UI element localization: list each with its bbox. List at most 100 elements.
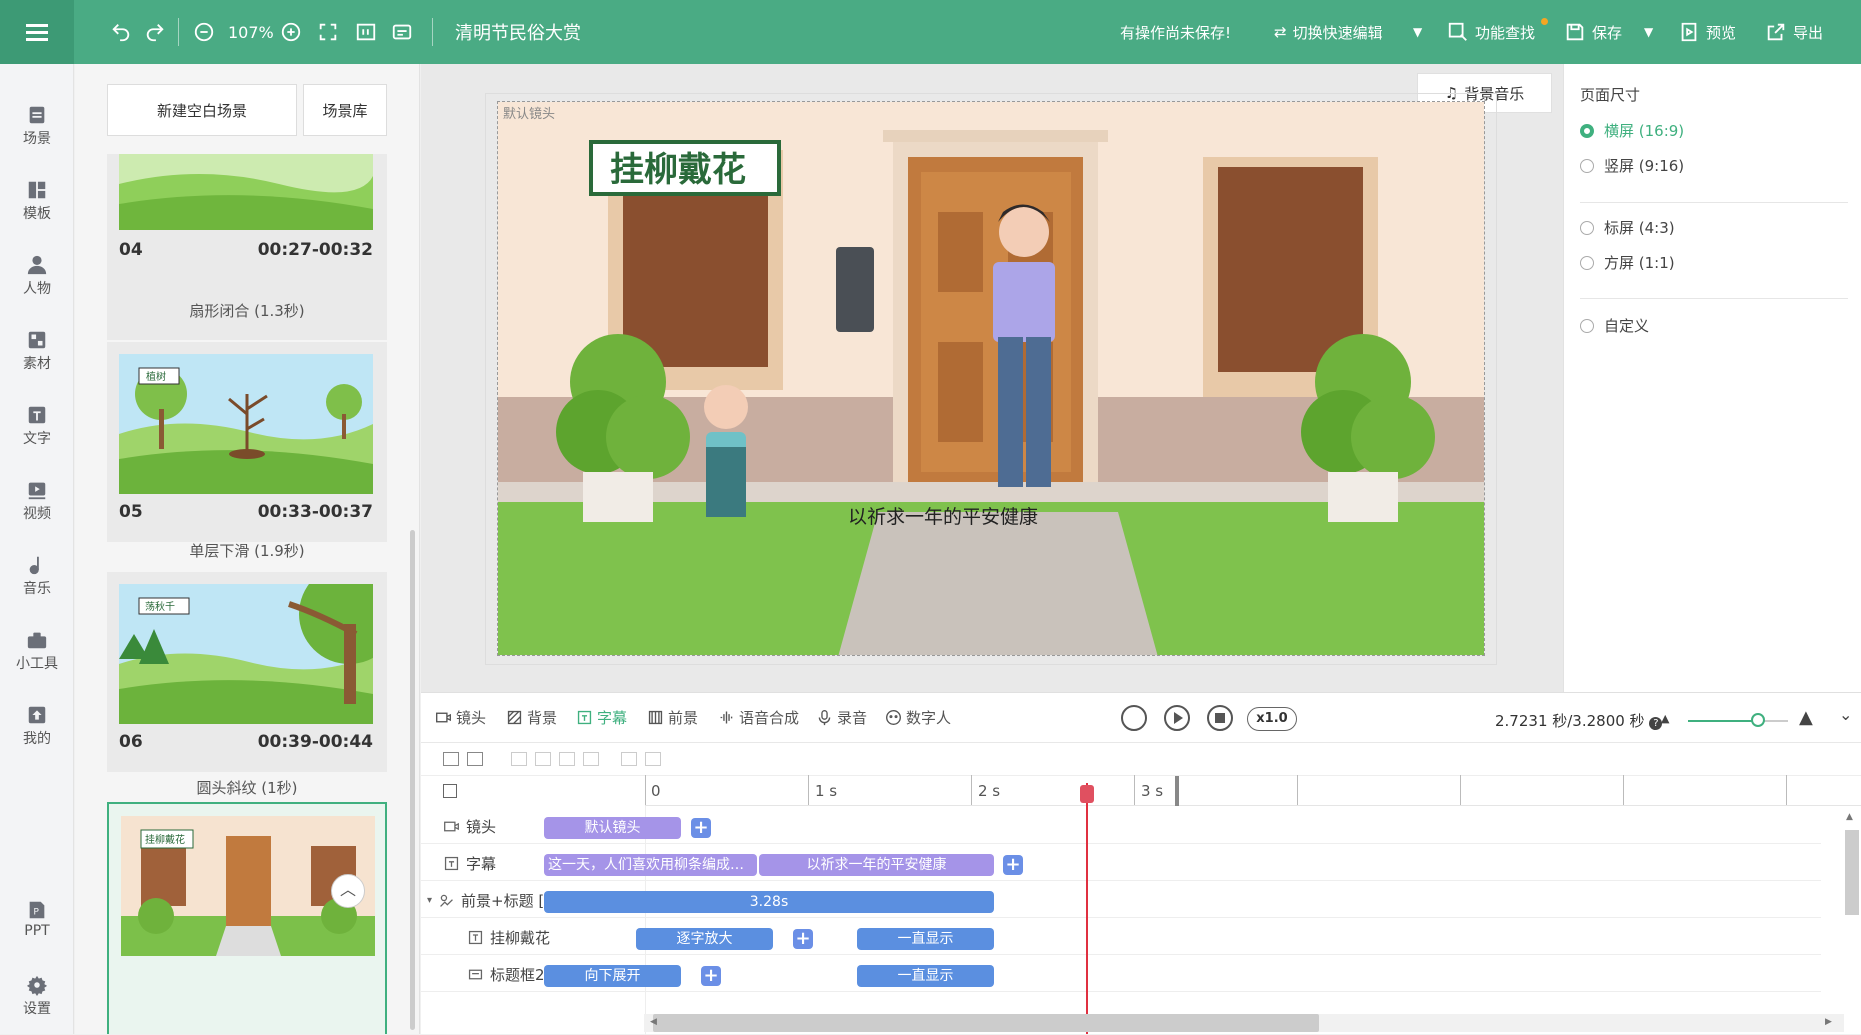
zoom-large-icon[interactable]: ▲: [1799, 707, 1813, 728]
redo-icon[interactable]: [144, 0, 166, 64]
nav-video[interactable]: 视频: [0, 479, 74, 523]
tab-lens[interactable]: 镜头: [435, 707, 486, 728]
radio-square[interactable]: 方屏 (1:1): [1580, 252, 1675, 273]
radio-portrait[interactable]: 竖屏 (9:16): [1580, 155, 1684, 176]
filter-icon[interactable]: [443, 752, 459, 766]
nav-music[interactable]: 音乐: [0, 554, 74, 598]
transition-label[interactable]: 扇形闭合 (1.3秒): [107, 300, 387, 321]
scene-sign-text: 植树: [146, 370, 166, 383]
clip-default-lens[interactable]: 默认镜头: [544, 817, 681, 839]
vertical-scrollbar[interactable]: [1845, 830, 1859, 915]
clip-zoom-in-char[interactable]: 逐字放大: [636, 928, 773, 950]
save-button[interactable]: 保存: [1564, 0, 1622, 64]
preview-button[interactable]: 预览: [1678, 0, 1736, 64]
switch-edit-button[interactable]: ⇄ 切换快速编辑: [1274, 0, 1383, 64]
tab-digital-human[interactable]: 数字人: [885, 707, 951, 728]
nav-mine[interactable]: 我的: [0, 704, 74, 748]
radio-custom[interactable]: 自定义: [1580, 315, 1649, 336]
add-clip-button[interactable]: +: [691, 818, 711, 838]
scene-card[interactable]: 植树 05 00:33-00:37: [107, 342, 387, 542]
expand-arrow-icon[interactable]: ▾: [427, 895, 432, 906]
export-button[interactable]: 导出: [1765, 0, 1823, 64]
transition-label[interactable]: 圆头斜纹 (1秒): [107, 777, 387, 798]
zoom-level: 107%: [228, 22, 274, 42]
scroll-up-icon[interactable]: ▲: [1846, 812, 1853, 822]
stage-canvas[interactable]: 挂柳戴花 以祈求一年的平安健康 默认镜头: [497, 101, 1485, 656]
align-right-icon[interactable]: [559, 752, 575, 766]
fullscreen-icon[interactable]: [317, 0, 339, 64]
clip-always-show[interactable]: 一直显示: [857, 965, 994, 987]
nav-ppt[interactable]: P PPT: [0, 899, 74, 939]
chevron-up-icon[interactable]: ︿: [331, 874, 365, 908]
radio-landscape[interactable]: 横屏 (16:9): [1580, 120, 1684, 141]
menu-icon[interactable]: [0, 0, 74, 64]
subtitle-icon: [444, 856, 459, 871]
grid-icon[interactable]: [443, 784, 457, 798]
time-ruler[interactable]: 0 1 s 2 s 3 s: [645, 775, 1861, 806]
stop-icon[interactable]: [1207, 705, 1233, 731]
ruler-tick: [1623, 775, 1624, 805]
scene-icon: [29, 106, 45, 124]
zoom-small-icon[interactable]: ▲: [1661, 712, 1669, 725]
speed-button[interactable]: x1.0: [1247, 707, 1297, 731]
subtitle-toggle-icon[interactable]: [391, 0, 413, 64]
clip-subtitle-2[interactable]: 以祈求一年的平安健康: [759, 854, 994, 876]
clip-foreground-duration[interactable]: 3.28s: [544, 891, 994, 913]
ungroup-icon[interactable]: [645, 752, 661, 766]
scene-panel-scrollbar[interactable]: [410, 530, 415, 1030]
nav-material[interactable]: 素材: [0, 329, 74, 373]
group-icon[interactable]: [621, 752, 637, 766]
save-dropdown-icon[interactable]: ▼: [1644, 0, 1653, 64]
scroll-left-icon[interactable]: ◀: [650, 1017, 657, 1027]
clip-always-show[interactable]: 一直显示: [857, 928, 994, 950]
zoom-out-icon[interactable]: [193, 0, 215, 64]
play-icon[interactable]: [1164, 705, 1190, 731]
nav-text[interactable]: 文字: [0, 404, 74, 448]
clip-expand-down[interactable]: 向下展开: [544, 965, 681, 987]
tab-recording[interactable]: 录音: [816, 707, 867, 728]
radio-standard[interactable]: 标屏 (4:3): [1580, 217, 1675, 238]
collapse-icon[interactable]: ⌄: [1839, 705, 1852, 724]
tab-subtitle[interactable]: 字幕: [576, 707, 627, 728]
nav-person[interactable]: 人物: [0, 254, 74, 298]
material-icon: [28, 331, 46, 349]
scroll-right-icon[interactable]: ▶: [1825, 1017, 1832, 1027]
export-icon: [1767, 23, 1785, 41]
nav-settings[interactable]: 设置: [0, 974, 74, 1018]
horizontal-scrollbar[interactable]: [653, 1014, 1319, 1032]
tab-tts[interactable]: 语音合成: [718, 707, 799, 728]
nav-scene[interactable]: 场景: [0, 104, 74, 148]
distribute-icon[interactable]: [583, 752, 599, 766]
nav-template[interactable]: 模板: [0, 179, 74, 223]
replay-icon[interactable]: [1121, 705, 1147, 731]
fit-icon[interactable]: [355, 0, 377, 64]
undo-icon[interactable]: [110, 0, 132, 64]
nav-toolbox[interactable]: 小工具: [0, 629, 74, 673]
align-left-icon[interactable]: [511, 752, 527, 766]
timeline-tabs: 镜头 背景 字幕 前景 语音合成 录音 数字人 x1.0 2.7231 秒/3.…: [421, 693, 1861, 743]
tab-background[interactable]: 背景: [506, 707, 557, 728]
align-center-icon[interactable]: [535, 752, 551, 766]
add-clip-button[interactable]: +: [701, 966, 721, 986]
scene-card-selected[interactable]: 挂柳戴花 ︿: [107, 802, 387, 1034]
find-button[interactable]: 功能查找: [1447, 0, 1535, 64]
clip-subtitle-1[interactable]: 这一天，人们喜欢用柳条编成花环...: [544, 854, 757, 876]
chevron-down-icon[interactable]: ▼: [1413, 0, 1422, 64]
scene-library-button[interactable]: 场景库: [303, 84, 387, 136]
add-clip-button[interactable]: +: [793, 929, 813, 949]
playhead-handle[interactable]: [1080, 785, 1094, 803]
add-clip-button[interactable]: +: [1003, 855, 1023, 875]
scene-panel: 新建空白场景 场景库 04 00:27-00:32 扇形闭合 (1.3秒) 植树…: [75, 64, 420, 1034]
scene-card[interactable]: 荡秋千 06 00:39-00:44: [107, 572, 387, 772]
zoom-slider-knob[interactable]: [1751, 713, 1765, 727]
transition-label[interactable]: 单层下滑 (1.9秒): [107, 540, 387, 561]
zoom-in-icon[interactable]: [280, 0, 302, 64]
playhead[interactable]: [1086, 783, 1088, 1034]
project-title[interactable]: 清明节民俗大赏: [455, 0, 581, 64]
background-icon: [507, 710, 522, 725]
tab-foreground[interactable]: 前景: [647, 707, 698, 728]
subtitle-text: 以祈求一年的平安健康: [848, 506, 1038, 528]
new-blank-scene-button[interactable]: 新建空白场景: [107, 84, 297, 136]
layers-icon[interactable]: [467, 752, 483, 766]
scene-time-range: 00:39-00:44: [257, 732, 373, 752]
